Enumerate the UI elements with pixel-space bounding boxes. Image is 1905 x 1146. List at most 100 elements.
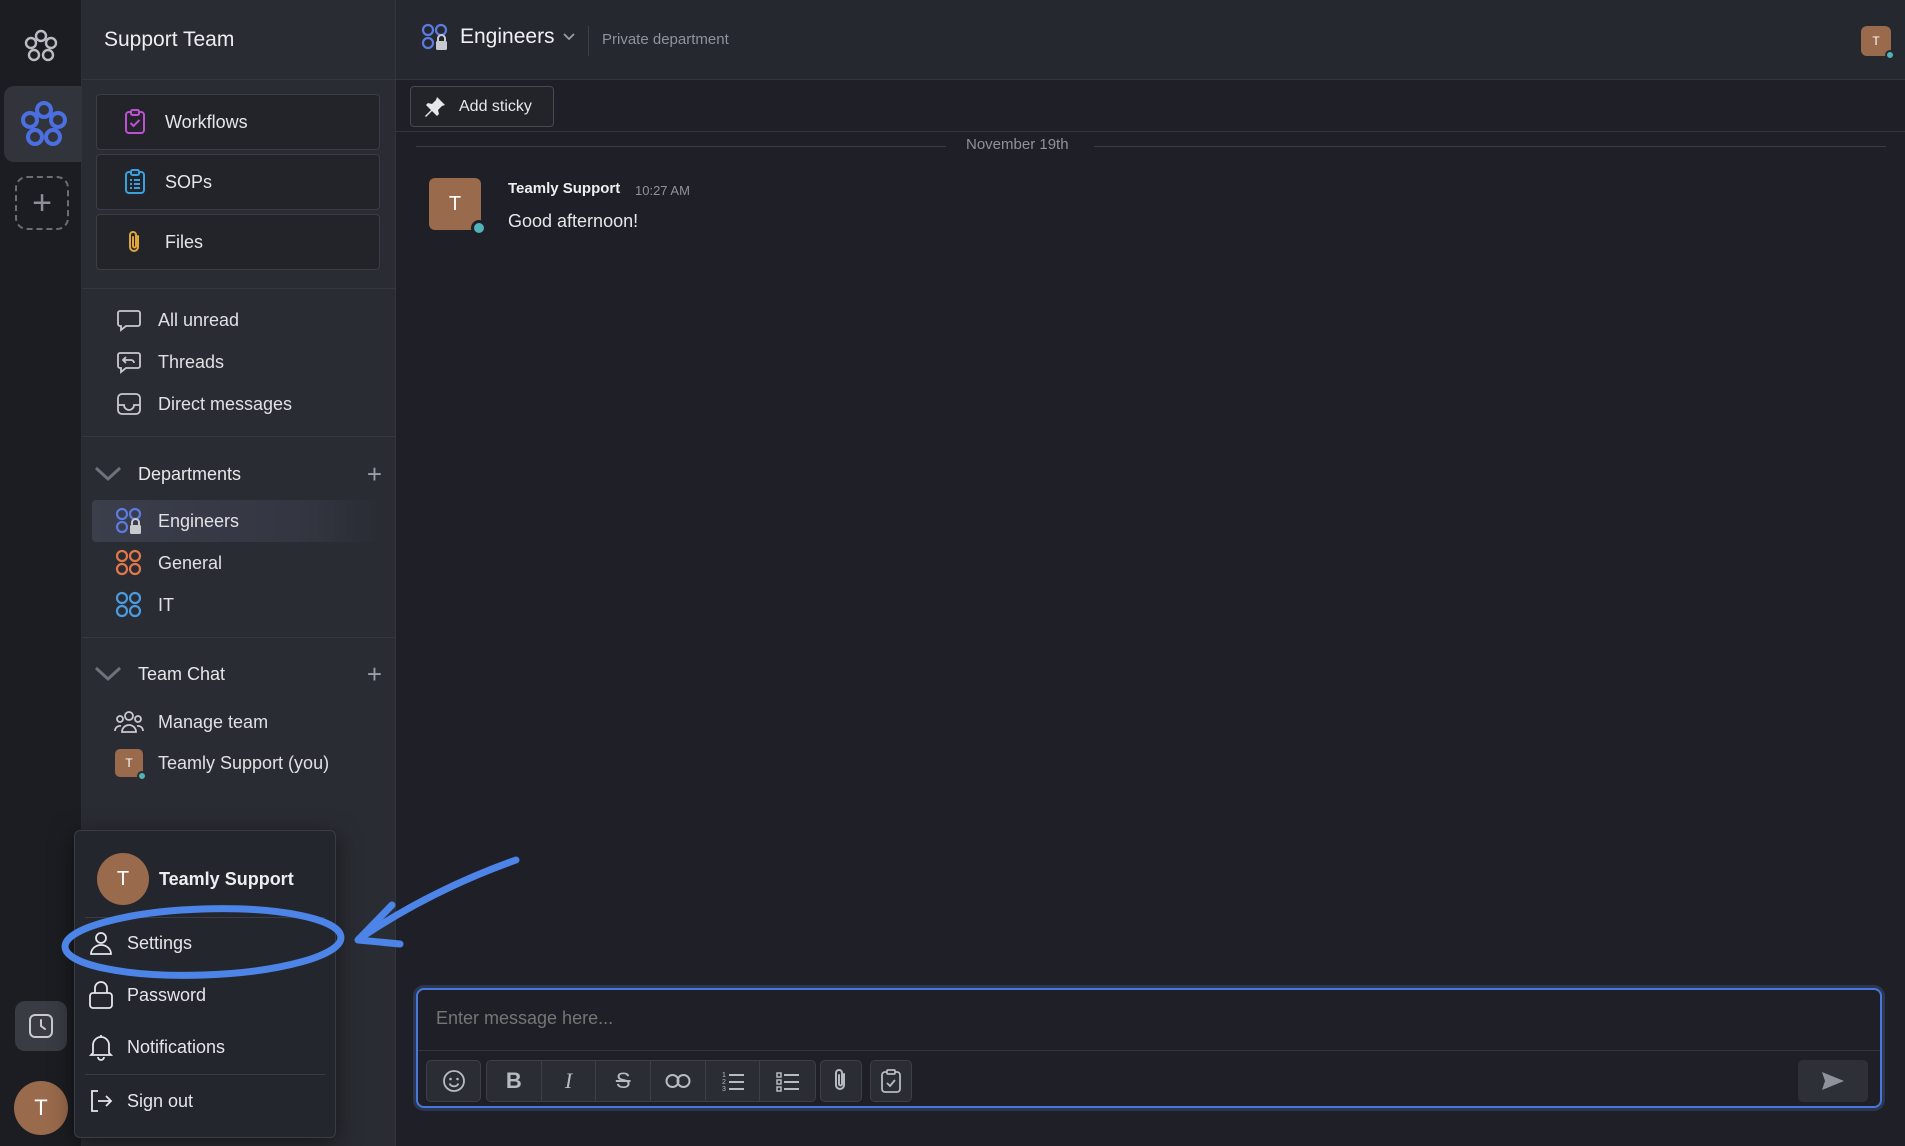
divider — [418, 1050, 1880, 1051]
menu-item-sign-out[interactable]: Sign out — [87, 1085, 193, 1117]
channel-toolbar: Add sticky — [396, 80, 1905, 132]
message-text: Good afternoon! — [508, 211, 639, 231]
clock-icon — [29, 1014, 53, 1038]
nav-label: All unread — [158, 309, 240, 330]
recent-button[interactable] — [15, 1001, 67, 1051]
send-icon — [1822, 1072, 1844, 1090]
channel-header: Engineers Private department T — [396, 0, 1905, 80]
chevron-down-icon[interactable] — [92, 665, 124, 683]
online-status-dot — [471, 220, 487, 236]
workspace-rail: + T — [0, 0, 82, 1146]
message-composer: B I S 123 — [416, 988, 1882, 1108]
workflows-button[interactable]: Workflows — [96, 94, 380, 150]
add-department-icon[interactable]: + — [367, 459, 382, 490]
online-status-dot — [137, 771, 147, 781]
department-it[interactable]: IT — [114, 590, 174, 620]
workflow-icon — [125, 109, 145, 134]
divider — [85, 1074, 325, 1075]
divider — [82, 436, 396, 437]
menu-item-password[interactable]: Password — [87, 979, 206, 1011]
add-sticky-button[interactable]: Add sticky — [410, 86, 554, 127]
private-department-icon — [114, 506, 144, 536]
self-dm-item[interactable]: T Teamly Support (you) — [114, 748, 330, 781]
manage-team-label: Manage team — [158, 711, 269, 732]
department-icon — [114, 590, 144, 620]
message-input[interactable] — [436, 1008, 1836, 1029]
sops-button[interactable]: SOPs — [96, 154, 380, 210]
menu-item-label: Password — [127, 984, 207, 1005]
attach-icon[interactable] — [821, 1061, 861, 1101]
private-department-icon — [421, 23, 448, 50]
bell-icon — [87, 1033, 115, 1061]
bullet-list-icon[interactable] — [760, 1061, 815, 1101]
message-author[interactable]: Teamly Support — [508, 180, 620, 197]
files-label: Files — [165, 231, 204, 252]
lock-icon — [87, 980, 115, 1010]
bold-icon[interactable]: B — [487, 1061, 542, 1101]
date-label: November 19th — [966, 136, 1069, 153]
user-menu: T Teamly Support Settings Password Notif… — [74, 830, 336, 1138]
sop-icon — [125, 169, 145, 194]
date-divider: November 19th — [416, 136, 1886, 156]
online-status-dot — [1885, 50, 1895, 60]
link-icon[interactable] — [651, 1061, 706, 1101]
chevron-down-icon[interactable] — [92, 465, 124, 483]
workspace-button[interactable] — [4, 86, 82, 162]
inbox-icon — [114, 389, 144, 419]
channel-title-button[interactable]: Engineers — [420, 22, 587, 52]
nav-all-unread[interactable]: All unread — [114, 305, 239, 335]
department-icon — [114, 548, 144, 578]
department-general[interactable]: General — [114, 548, 222, 578]
add-workspace-button[interactable]: + — [15, 176, 69, 230]
header-avatar[interactable]: T — [1861, 26, 1895, 60]
avatar-initial: T — [1872, 34, 1880, 48]
manage-team-item[interactable]: Manage team — [114, 707, 268, 737]
message-avatar[interactable]: T — [429, 178, 487, 236]
teamly-logo-icon[interactable] — [21, 26, 61, 66]
workspace-title[interactable]: Support Team — [82, 0, 395, 80]
departments-header[interactable]: Departments + — [92, 457, 388, 491]
departments-title: Departments — [138, 463, 242, 484]
italic-icon[interactable]: I — [542, 1061, 597, 1101]
add-chat-icon[interactable]: + — [367, 659, 382, 690]
menu-item-settings[interactable]: Settings — [87, 927, 192, 959]
send-button[interactable] — [1798, 1060, 1868, 1102]
team-chat-header[interactable]: Team Chat + — [92, 657, 388, 691]
paperclip-icon — [129, 231, 139, 252]
sops-label: SOPs — [165, 171, 213, 192]
divider — [82, 288, 396, 289]
menu-user-name: Teamly Support — [159, 869, 294, 889]
nav-label: Threads — [158, 351, 225, 372]
task-icon[interactable] — [871, 1061, 911, 1101]
nav-direct-messages[interactable]: Direct messages — [114, 389, 292, 419]
workspace-logo-icon — [21, 101, 67, 146]
divider-line — [416, 146, 946, 147]
svg-text:3: 3 — [722, 1086, 726, 1092]
menu-item-label: Settings — [127, 932, 193, 953]
menu-avatar: T — [97, 853, 149, 905]
department-engineers[interactable]: Engineers — [114, 506, 239, 536]
menu-item-label: Sign out — [127, 1090, 194, 1111]
emoji-icon[interactable] — [427, 1061, 480, 1101]
plus-icon: + — [32, 183, 52, 222]
self-dm-label: Teamly Support (you) — [158, 752, 330, 773]
menu-item-notifications[interactable]: Notifications — [87, 1031, 225, 1063]
user-icon — [87, 930, 115, 956]
channel-description: Private department — [602, 31, 729, 48]
nav-threads[interactable]: Threads — [114, 347, 224, 377]
app-window: + T Support Team Workflows SOPs Files Al… — [0, 0, 1905, 1146]
files-button[interactable]: Files — [96, 214, 380, 270]
divider-line — [1094, 146, 1886, 147]
avatar: T — [114, 748, 147, 781]
svg-text:2: 2 — [722, 1079, 726, 1086]
main-panel: Engineers Private department T Add stick… — [396, 0, 1905, 1146]
user-avatar-button[interactable]: T — [14, 1081, 68, 1135]
attach-group — [820, 1060, 862, 1102]
ordered-list-icon[interactable]: 123 — [706, 1061, 761, 1101]
strikethrough-icon[interactable]: S — [596, 1061, 652, 1101]
sign-out-icon — [87, 1088, 115, 1114]
department-label: IT — [158, 594, 174, 615]
message-time: 10:27 AM — [635, 183, 690, 198]
department-label: Engineers — [158, 510, 240, 531]
svg-text:1: 1 — [722, 1072, 726, 1079]
